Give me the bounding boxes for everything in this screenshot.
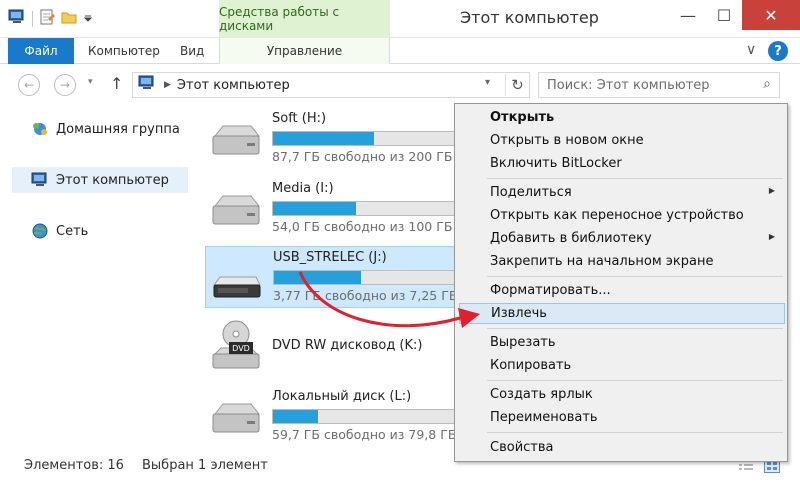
drive-usage-bar — [273, 270, 456, 285]
computer-icon — [30, 172, 50, 188]
new-folder-icon[interactable] — [61, 9, 77, 29]
hdd-icon — [209, 122, 263, 164]
drive-usage-bar — [272, 131, 455, 146]
drive-item-local-disk-l[interactable]: Локальный диск (L:) 59,7 ГБ свободно из … — [205, 386, 457, 444]
submenu-arrow-icon: ▶ — [768, 232, 775, 241]
dvd-badge-text: DVD — [232, 344, 250, 353]
tab-file[interactable]: Файл — [8, 38, 74, 64]
maximize-button[interactable]: ☐ — [706, 0, 742, 30]
quick-access-toolbar — [8, 9, 93, 29]
properties-icon[interactable] — [39, 9, 55, 29]
drive-usage-fill — [274, 271, 361, 284]
search-box[interactable]: ⌕ — [538, 72, 780, 98]
minimize-button[interactable]: — — [670, 0, 706, 30]
menu-separator — [487, 276, 783, 277]
menu-item-open-new-window[interactable]: Открыть в новом окне — [459, 130, 785, 151]
search-input[interactable] — [547, 77, 757, 93]
menu-separator — [487, 178, 783, 179]
menu-separator — [487, 328, 783, 329]
drive-free-space: 59,7 ГБ свободно из 79,8 ГБ — [272, 427, 457, 442]
menu-item-enable-bitlocker[interactable]: Включить BitLocker — [459, 153, 785, 174]
network-icon — [30, 223, 50, 239]
sidebar-item-this-pc[interactable]: Этот компьютер — [12, 167, 188, 193]
search-icon[interactable]: ⌕ — [763, 76, 771, 92]
sidebar-item-label: Этот компьютер — [56, 172, 169, 188]
homegroup-icon — [30, 121, 50, 137]
menu-item-rename[interactable]: Переименовать — [459, 407, 785, 428]
menu-item-create-shortcut[interactable]: Создать ярлык — [459, 384, 785, 405]
breadcrumb[interactable]: Этот компьютер — [177, 78, 290, 93]
navigation-bar: ← → ▾ ↑ ▶ Этот компьютер ▾ ↻ ⌕ — [0, 64, 800, 106]
submenu-arrow-icon: ▶ — [768, 186, 775, 195]
toolbar-divider — [32, 11, 33, 27]
computer-icon[interactable] — [8, 9, 26, 29]
hdd-icon — [209, 400, 263, 442]
recent-locations-chevron-icon[interactable]: ▾ — [88, 77, 93, 87]
address-bar[interactable]: ▶ Этот компьютер ▾ ↻ — [132, 72, 530, 98]
sidebar-item-label: Домашняя группа — [56, 121, 180, 137]
drive-free-space: 3,77 ГБ свободно из 7,25 ГБ — [273, 288, 458, 303]
breadcrumb-separator-icon[interactable]: ▶ — [164, 80, 171, 90]
drive-tools-context-header: Средства работы с дисками — [219, 0, 390, 38]
menu-item-open[interactable]: Открыть — [459, 107, 785, 128]
drive-name: USB_STRELEC (J:) — [273, 250, 387, 265]
drive-usage-fill — [273, 132, 375, 145]
menu-item-pin-to-start[interactable]: Закрепить на начальном экране — [459, 251, 785, 272]
drive-name: Soft (H:) — [272, 111, 327, 126]
customize-toolbar-icon[interactable] — [83, 12, 93, 27]
drive-item-media[interactable]: Media (I:) 54,0 ГБ свободно из 100 ГБ — [205, 178, 455, 236]
drive-usage-bar — [272, 201, 455, 216]
menu-item-format[interactable]: Форматировать... — [459, 280, 785, 301]
help-icon[interactable]: ? — [768, 41, 788, 61]
drive-usage-bar — [272, 409, 455, 424]
sidebar-item-homegroup[interactable]: Домашняя группа — [12, 116, 188, 142]
sidebar-item-label: Сеть — [56, 223, 89, 239]
tab-view[interactable]: Вид — [180, 38, 204, 64]
context-menu: Открыть Открыть в новом окне Включить Bi… — [454, 103, 788, 462]
drive-usage-fill — [273, 202, 357, 215]
menu-item-copy[interactable]: Копировать — [459, 355, 785, 376]
navigation-pane: Домашняя группа Этот компьютер Сеть — [0, 106, 190, 451]
menu-item-label: Поделиться — [490, 185, 572, 200]
address-dropdown-icon[interactable]: ▾ — [485, 77, 490, 88]
menu-separator — [487, 432, 783, 433]
selection-count: Выбран 1 элемент — [142, 458, 268, 473]
drive-name: Локальный диск (L:) — [272, 389, 412, 404]
drive-item-usb-strelec[interactable]: USB_STRELEC (J:) 3,77 ГБ свободно из 7,2… — [205, 246, 458, 308]
dvd-drive-icon: DVD — [209, 320, 263, 376]
window-title: Этот компьютер — [460, 8, 599, 27]
menu-item-share[interactable]: Поделиться ▶ — [459, 182, 785, 203]
computer-icon — [138, 75, 156, 95]
drive-item-soft[interactable]: Soft (H:) 87,7 ГБ свободно из 200 ГБ — [205, 108, 455, 166]
usb-drive-icon — [210, 265, 264, 307]
forward-button[interactable]: → — [54, 74, 76, 96]
drive-free-space: 54,0 ГБ свободно из 100 ГБ — [272, 219, 453, 234]
ribbon-tabs: Файл Компьютер Вид Управление ∨ ? — [0, 38, 800, 64]
drive-name: Media (I:) — [272, 181, 334, 196]
sidebar-item-network[interactable]: Сеть — [12, 218, 188, 244]
menu-item-eject[interactable]: Извлечь — [459, 303, 785, 324]
expand-ribbon-chevron-icon[interactable]: ∨ — [746, 42, 756, 58]
item-count: Элементов: 16 — [24, 458, 124, 473]
tab-computer[interactable]: Компьютер — [88, 38, 160, 64]
drive-free-space: 87,7 ГБ свободно из 200 ГБ — [272, 149, 453, 164]
refresh-button[interactable]: ↻ — [505, 74, 529, 96]
drive-item-dvd-rw[interactable]: DVD DVD RW дисковод (K:) — [205, 318, 455, 376]
tab-manage[interactable]: Управление — [219, 38, 390, 64]
title-bar: Средства работы с дисками Этот компьютер… — [0, 0, 800, 38]
menu-item-open-as-portable[interactable]: Открыть как переносное устройство — [459, 205, 785, 226]
drive-name: DVD RW дисковод (K:) — [272, 338, 423, 353]
menu-separator — [487, 380, 783, 381]
up-button[interactable]: ↑ — [110, 74, 123, 93]
menu-item-properties[interactable]: Свойства — [459, 437, 785, 458]
back-button[interactable]: ← — [18, 74, 40, 96]
menu-item-add-to-library[interactable]: Добавить в библиотеку ▶ — [459, 228, 785, 249]
close-button[interactable]: ✕ — [742, 0, 800, 30]
drive-usage-fill — [273, 410, 319, 423]
menu-item-cut[interactable]: Вырезать — [459, 332, 785, 353]
menu-item-label: Добавить в библиотеку — [490, 231, 652, 246]
hdd-icon — [209, 192, 263, 234]
